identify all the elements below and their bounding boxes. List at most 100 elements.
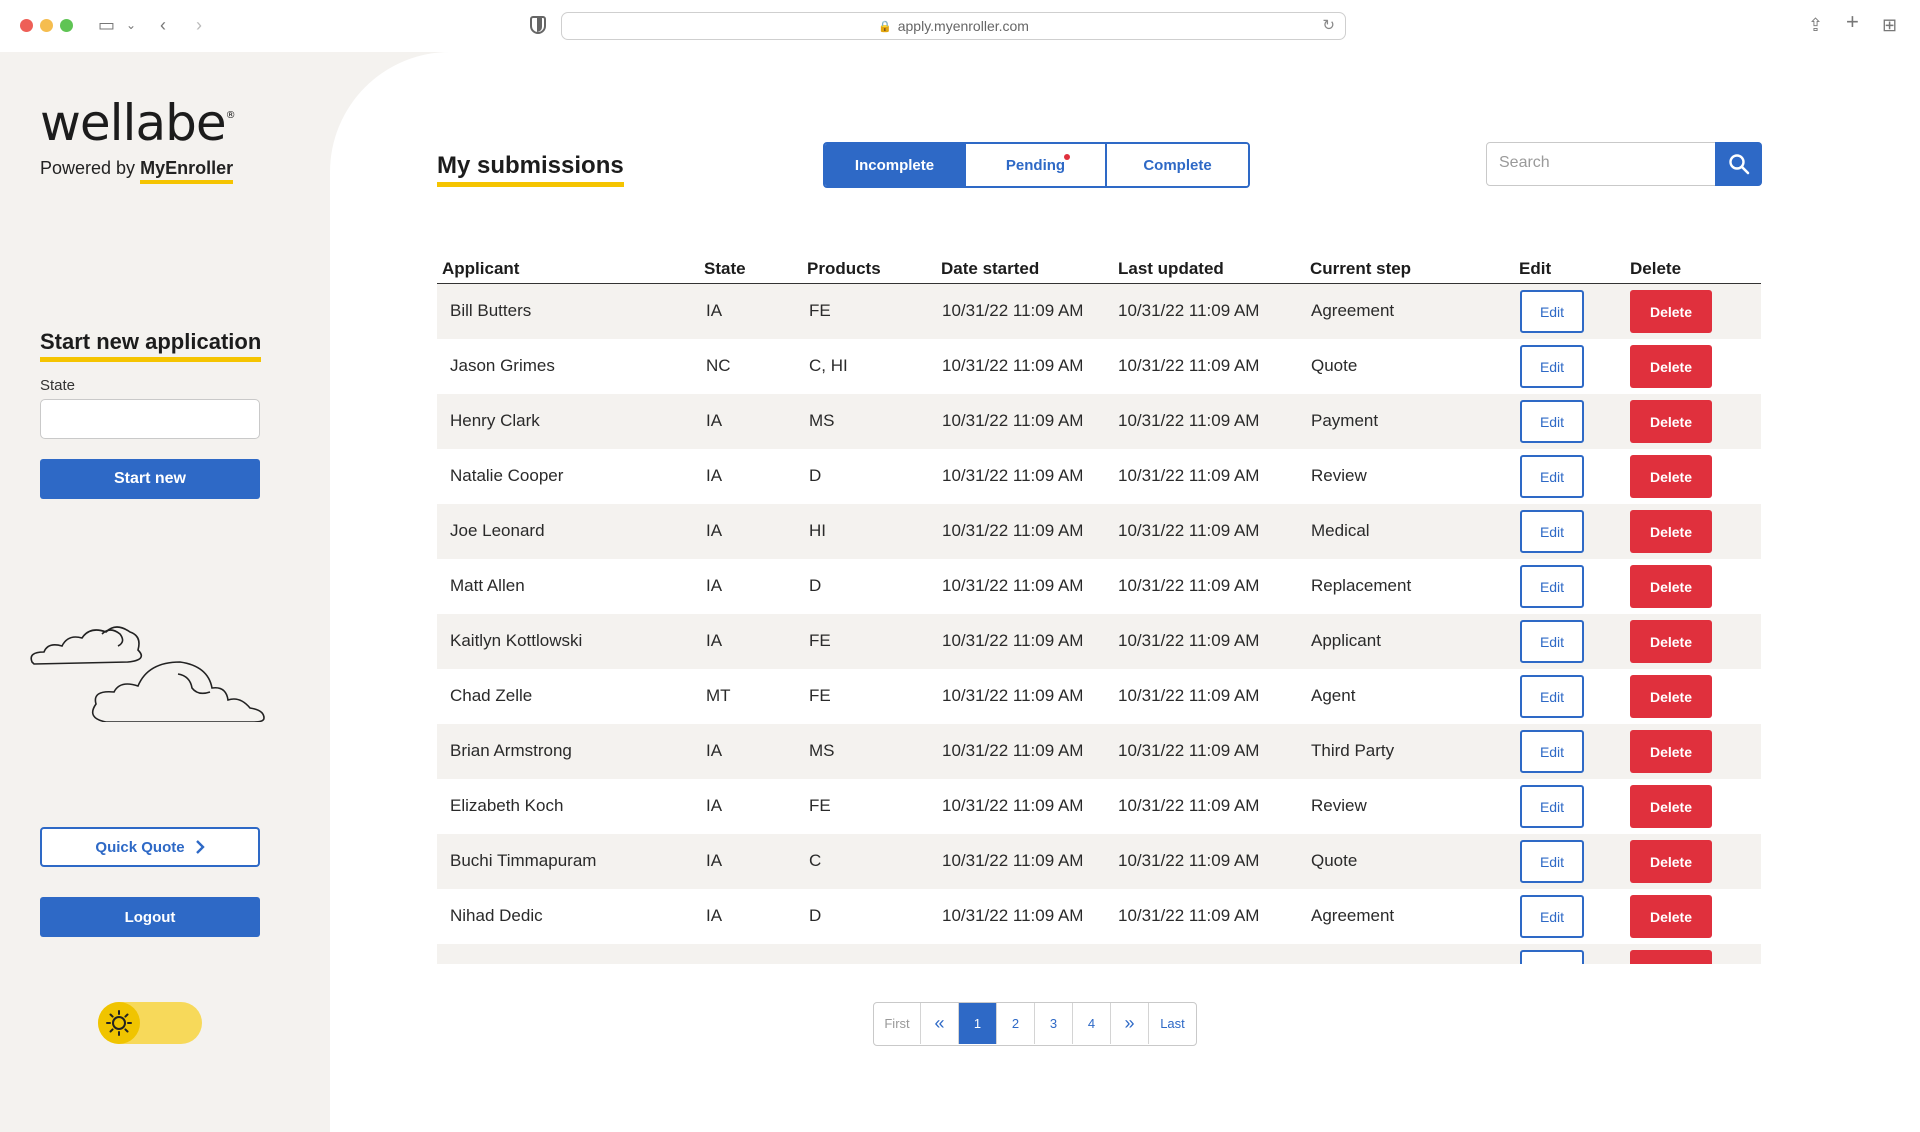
applicant-cell: Jason Grimes [450,356,555,375]
delete-button[interactable]: Delete [1630,785,1712,828]
new-tab-icon[interactable]: + [1846,11,1859,33]
edit-button[interactable]: Edit [1520,840,1584,883]
state-label: State [40,377,76,394]
current-step-cell: Review [1311,466,1367,485]
applicant-cell: Matt Allen [450,576,525,595]
delete-button[interactable]: Delete [1630,565,1712,608]
delete-button[interactable]: Delete [1630,895,1712,938]
table-row: Jason Grimes NC C, HI 10/31/22 11:09 AM 10/3… [437,339,1761,394]
close-window-button[interactable] [20,19,33,32]
date-started-cell: 10/31/22 11:09 AM [942,851,1084,870]
edit-button[interactable]: Edit [1520,400,1584,443]
search-button[interactable] [1715,141,1762,186]
quick-quote-button[interactable]: Quick Quote [40,827,260,867]
lock-icon: 🔒 [878,20,892,33]
logout-button[interactable]: Logout [40,897,260,937]
edit-button[interactable]: Edit [1520,895,1584,938]
previous-page-icon[interactable]: « [921,1003,959,1044]
page-button[interactable]: 3 [1035,1003,1073,1044]
submission-tabs: Incomplete Pending Complete [823,142,1250,188]
delete-button[interactable]: Delete [1630,730,1712,773]
sidebar: wellabe® Powered by MyEnroller Start new… [0,52,330,1132]
tab-incomplete[interactable]: Incomplete [825,144,966,186]
minimize-window-button[interactable] [40,19,53,32]
share-icon[interactable]: ⇪ [1808,14,1823,36]
products-cell: FE [809,796,831,815]
chevron-down-icon[interactable]: ⌄ [126,14,136,36]
date-started-cell: 10/31/22 11:09 AM [942,466,1084,485]
state-cell: IA [706,576,723,595]
tab-overview-icon[interactable]: ⊞ [1882,14,1897,36]
delete-button[interactable]: Delete [1630,620,1712,663]
next-page-icon[interactable]: » [1111,1003,1149,1044]
start-new-button[interactable]: Start new [40,459,260,499]
search-input[interactable] [1487,143,1707,183]
reload-icon[interactable]: ↻ [1322,16,1335,34]
delete-button[interactable]: Delete [1630,290,1712,333]
delete-button[interactable]: Delete [1630,675,1712,718]
state-input[interactable] [40,399,260,439]
current-step-cell: Agreement [1311,301,1395,320]
search-icon [1728,153,1749,174]
edit-button[interactable]: Edit [1520,785,1584,828]
date-started-cell: 10/31/22 11:09 AM [942,906,1084,925]
edit-button[interactable]: Edit [1520,675,1584,718]
delete-button[interactable]: Delete [1630,840,1712,883]
table-row: Elizabeth Koch IA FE 10/31/22 11:09 AM 10/31… [437,779,1761,834]
date-started-cell: 10/31/22 11:09 AM [942,301,1084,320]
delete-button[interactable]: Delete [1630,345,1712,388]
edit-button[interactable]: Edit [1520,510,1584,553]
state-cell: IA [706,411,723,430]
address-bar[interactable]: 🔒 apply.myenroller.com ↻ [561,12,1346,40]
powered-by: Powered by MyEnroller [40,158,234,184]
page-button[interactable]: 2 [997,1003,1035,1044]
edit-button[interactable]: Edit [1520,565,1584,608]
edit-button[interactable]: Edit [1520,345,1584,388]
state-cell: IA [706,851,723,870]
current-step-cell: Review [1311,796,1367,815]
tab-pending-label: Pending [1005,156,1066,174]
delete-button[interactable]: Delete [1630,510,1712,553]
table-row: Joe Leonard IA HI 10/31/22 11:09 AM 10/31/22… [437,504,1761,559]
table-row: Bill Butters IA FE 10/31/22 11:09 AM 10/31/2… [437,284,1761,339]
page-button[interactable]: 1 [959,1003,997,1044]
edit-button[interactable] [1520,950,1584,964]
last-updated-cell: 10/31/22 11:09 AM [1118,466,1260,485]
edit-button[interactable]: Edit [1520,620,1584,663]
current-step-cell: Payment [1311,411,1379,430]
edit-button[interactable]: Edit [1520,730,1584,773]
page-button[interactable]: 4 [1073,1003,1111,1044]
forward-icon[interactable]: › [196,14,202,36]
first-page-button[interactable]: First [874,1003,921,1044]
delete-button[interactable]: Delete [1630,455,1712,498]
last-page-button[interactable]: Last [1149,1003,1196,1044]
browser-chrome: ▭ ⌄ ‹ › 🔒 apply.myenroller.com ↻ ⇪ + ⊞ [0,0,1920,52]
tab-pending[interactable]: Pending [966,144,1107,186]
edit-button[interactable]: Edit [1520,290,1584,333]
current-step-cell: Quote [1311,356,1358,375]
theme-toggle[interactable] [98,1002,202,1044]
current-step-cell: Applicant [1311,631,1381,650]
delete-button[interactable]: Delete [1630,400,1712,443]
sidebar-toggle-icon[interactable]: ▭ [98,14,115,36]
last-updated-cell: 10/31/22 11:09 AM [1118,411,1260,430]
back-icon[interactable]: ‹ [160,14,166,36]
date-started-cell: 10/31/22 11:09 AM [942,686,1084,705]
column-header: Products [807,259,881,278]
current-step-cell: Replacement [1311,576,1412,595]
delete-button[interactable] [1630,950,1712,964]
privacy-shield-icon[interactable] [530,16,546,34]
table-row: Kaitlyn Kottlowski IA FE 10/31/22 11:09 AM 1… [437,614,1761,669]
table-row: Natalie Cooper IA D 10/31/22 11:09 AM 10/31/… [437,449,1761,504]
applicant-cell: Henry Clark [450,411,540,430]
last-updated-cell: 10/31/22 11:09 AM [1118,741,1260,760]
notification-dot [1064,154,1070,160]
powered-brand: MyEnroller [140,158,234,184]
edit-button[interactable]: Edit [1520,455,1584,498]
products-cell: D [809,576,822,595]
table-header: Applicant State Products Date started La… [437,257,1761,284]
current-step-cell: Agreement [1311,906,1395,925]
maximize-window-button[interactable] [60,19,73,32]
tab-complete[interactable]: Complete [1107,144,1248,186]
column-header: State [704,259,746,278]
